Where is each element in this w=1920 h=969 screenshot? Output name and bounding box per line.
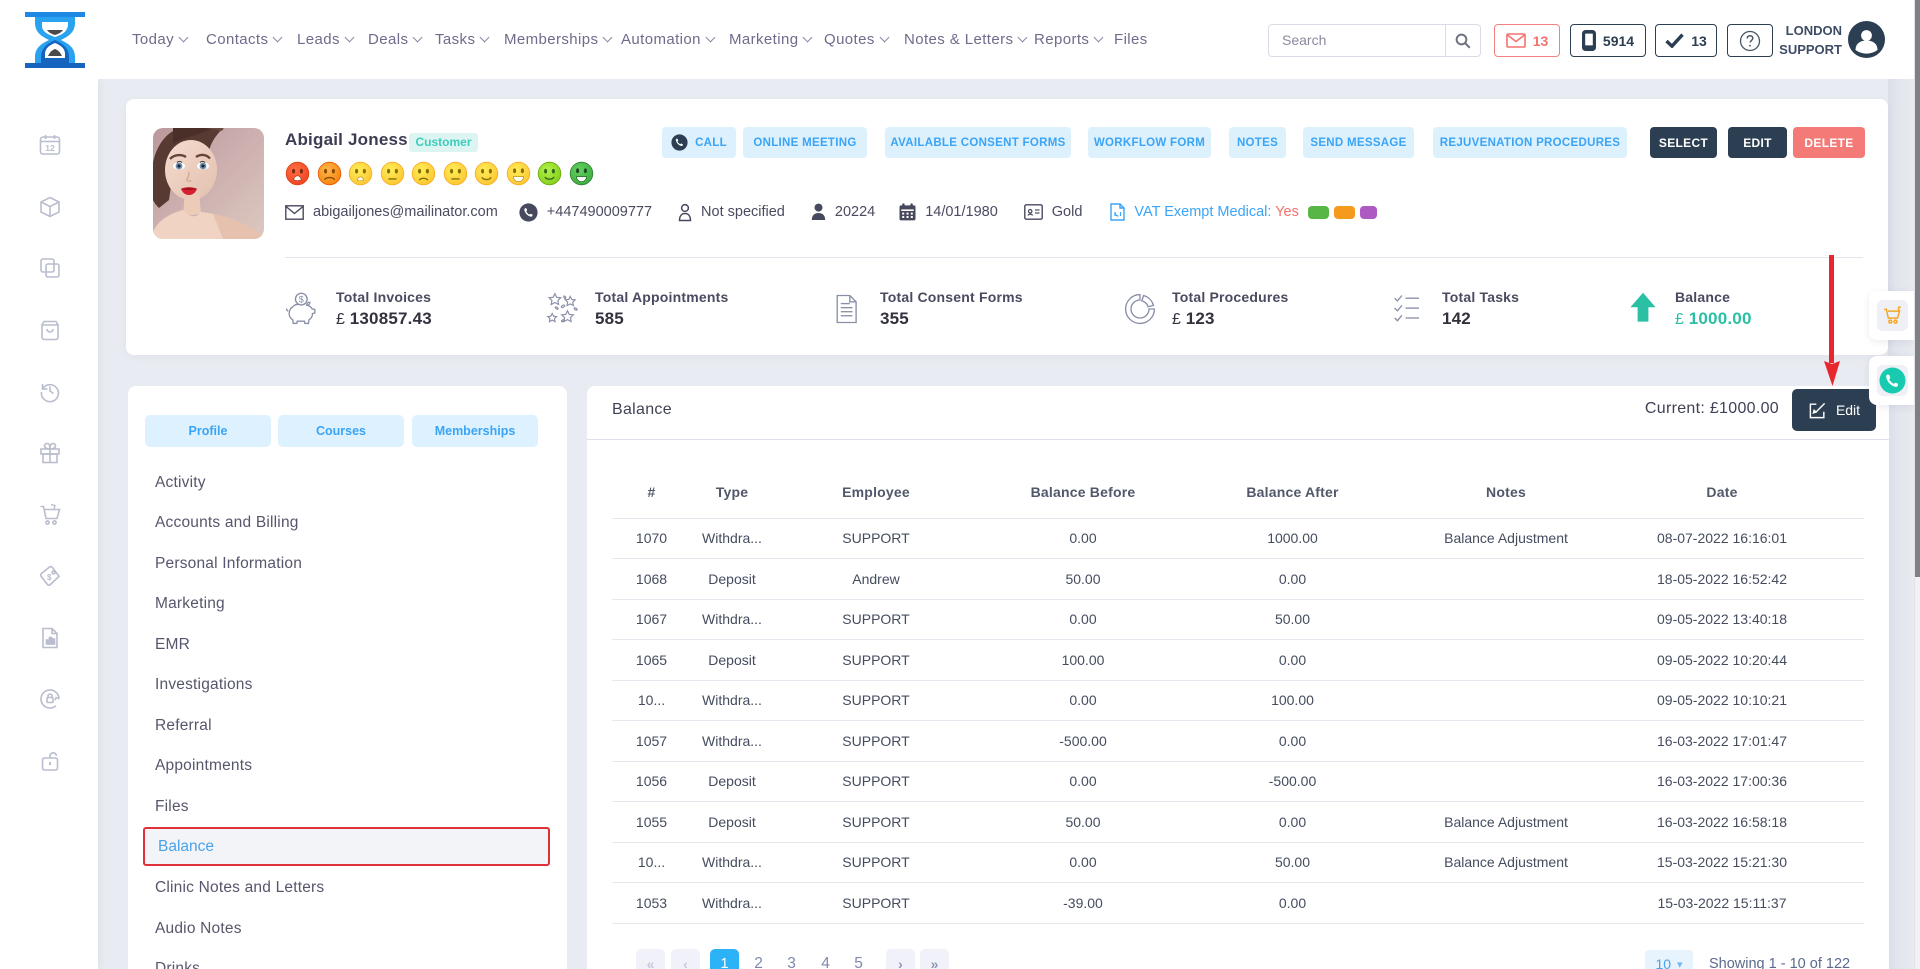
svg-text:$: $ (47, 573, 52, 582)
svg-text:12: 12 (45, 143, 55, 153)
svg-text:$: $ (299, 294, 304, 304)
